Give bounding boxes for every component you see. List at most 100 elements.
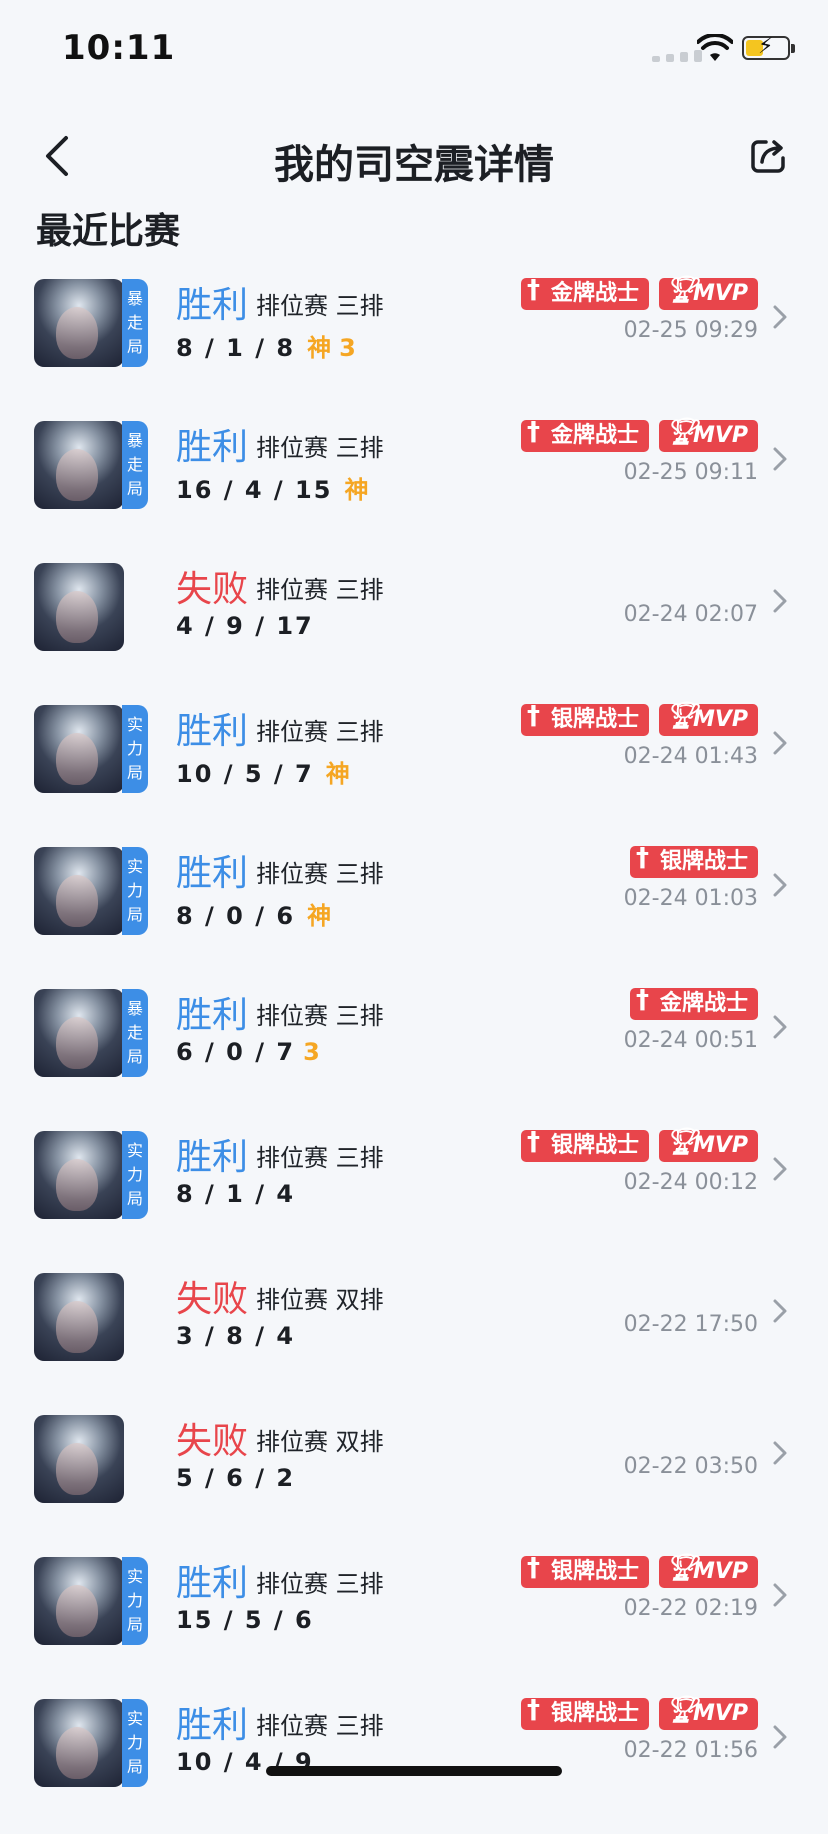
hero-avatar — [34, 1273, 150, 1361]
battery-icon: ⚡ — [742, 35, 795, 60]
match-result: 胜利 — [176, 995, 249, 1036]
match-tag-char: 实 — [126, 1709, 143, 1728]
match-mode: 排位赛 三排 — [256, 1002, 384, 1030]
hero-avatar: 暴走局 — [34, 421, 150, 509]
hero-portrait-icon — [34, 421, 124, 509]
match-row[interactable]: 暴走局 胜利 排位赛 三排 8 / 1 / 8 神 3 † 金牌战士 🏆︎ MVP 02-25 09… — [0, 272, 828, 414]
hero-avatar: 实力局 — [34, 705, 150, 793]
page-title: 我的司空震详情 — [274, 142, 554, 188]
kda-value: 8 / 1 / 4 — [176, 1180, 296, 1208]
match-tag-char: 走 — [126, 455, 143, 474]
hero-avatar: 实力局 — [34, 1131, 150, 1219]
match-row[interactable]: 实力局胜利 排位赛 三排 10 / 4 / 9 † 银牌战士 🏆︎ MVP 02-22 01:… — [0, 1692, 828, 1834]
kda-value: 8 / 0 / 6 — [176, 902, 296, 930]
match-result: 胜利 — [176, 1563, 249, 1604]
trophy-icon: 🏆︎ — [664, 417, 698, 447]
match-date: 02-24 01:03 — [623, 886, 758, 911]
chevron-right-icon — [773, 1157, 787, 1181]
chevron-right-icon — [773, 731, 787, 755]
match-badges: † 银牌战士 🏆︎ MVP — [520, 1553, 758, 1588]
match-tag-char: 力 — [126, 881, 143, 900]
badge-label: 金牌战士 — [550, 281, 639, 306]
status-bar: 10:11 ⚡ — [0, 0, 828, 100]
hero-portrait-icon — [34, 563, 124, 651]
match-kda: 15 / 5 / 6 — [176, 1606, 314, 1634]
wifi-icon — [697, 34, 733, 61]
match-result: 胜利 — [176, 853, 249, 894]
match-result: 失败 — [176, 569, 249, 610]
sword-icon: † — [526, 417, 540, 447]
match-badges: † 银牌战士 🏆︎ MVP — [520, 1695, 758, 1730]
match-mode: 排位赛 三排 — [256, 434, 384, 462]
match-date: 02-22 17:50 — [623, 1312, 758, 1337]
hero-portrait-icon — [34, 1415, 124, 1503]
match-tag-char: 局 — [126, 337, 143, 356]
hero-portrait-icon — [34, 989, 124, 1077]
chevron-right-icon — [773, 1725, 787, 1749]
match-mode: 排位赛 三排 — [256, 292, 384, 320]
match-tag-char: 实 — [126, 1141, 143, 1160]
match-kda: 8 / 1 / 4 — [176, 1180, 295, 1208]
match-kda: 5 / 6 / 2 — [176, 1464, 295, 1492]
trophy-icon: 🏆︎ — [664, 1127, 698, 1157]
badge-label: MVP — [692, 707, 748, 732]
match-mode: 排位赛 三排 — [256, 1570, 384, 1598]
hero-portrait-icon — [34, 705, 124, 793]
share-icon[interactable] — [748, 136, 788, 176]
streak-mark: 3 — [303, 1038, 320, 1066]
god-mark: 神 — [307, 902, 332, 930]
hero-avatar: 实力局 — [34, 847, 150, 935]
match-row[interactable]: 失败 排位赛 三排 4 / 9 / 17 02-24 02:07 — [0, 556, 828, 698]
match-kda: 8 / 0 / 6 神 — [176, 896, 331, 931]
match-mode: 排位赛 三排 — [256, 718, 384, 746]
badge-label: 银牌战士 — [550, 707, 639, 732]
chevron-right-icon — [773, 589, 787, 613]
trophy-icon: 🏆︎ — [664, 701, 698, 731]
match-result: 胜利 — [176, 1137, 249, 1178]
match-tag: 实力局 — [122, 1131, 148, 1219]
match-row[interactable]: 实力局 胜利 排位赛 三排 15 / 5 / 6 † 银牌战士 🏆︎ MVP 02-22 02:… — [0, 1550, 828, 1692]
match-row[interactable]: 失败 排位赛 双排 3 / 8 / 4 02-22 17:50 — [0, 1266, 828, 1408]
match-kda: 3 / 8 / 4 — [176, 1322, 295, 1350]
medal-badge: † 金牌战士 — [520, 275, 649, 310]
match-tag-char: 局 — [126, 763, 143, 782]
badge-label: MVP — [692, 423, 748, 448]
match-kda: 10 / 5 / 7 神 — [176, 754, 350, 789]
hero-portrait-icon — [34, 847, 124, 935]
match-badges: † 银牌战士 🏆︎ MVP — [520, 1127, 758, 1162]
match-row[interactable]: 暴走局 胜利 排位赛 三排 6 / 0 / 7 3 † 金牌战士 02-24 00:51 — [0, 982, 828, 1124]
match-row[interactable]: 实力局 胜利 排位赛 三排 10 / 5 / 7 神 † 银牌战士 🏆︎ MVP 02-24 01… — [0, 698, 828, 840]
match-tag-char: 局 — [126, 1757, 143, 1776]
match-row[interactable]: 实力局 胜利 排位赛 三排 8 / 1 / 4 † 银牌战士 🏆︎ MVP 02-24 00:1… — [0, 1124, 828, 1266]
match-result: 失败 — [176, 1421, 249, 1462]
match-tag-char: 局 — [126, 479, 143, 498]
hero-portrait-icon — [34, 1273, 124, 1361]
hero-portrait-icon — [34, 1699, 124, 1787]
match-mode: 排位赛 三排 — [256, 860, 384, 888]
match-tag-char: 力 — [126, 1165, 143, 1184]
match-tag-char: 暴 — [126, 289, 143, 308]
match-mode: 排位赛 双排 — [256, 1286, 384, 1314]
match-badges: † 银牌战士 🏆︎ MVP — [520, 701, 758, 736]
match-tag: 暴走局 — [122, 421, 148, 509]
hero-portrait-icon — [34, 279, 124, 367]
match-kda: 16 / 4 / 15 神 — [176, 470, 368, 505]
chevron-right-icon — [773, 305, 787, 329]
match-tag-char: 实 — [126, 715, 143, 734]
match-result: 胜利 — [176, 1705, 249, 1746]
match-row[interactable]: 暴走局 胜利 排位赛 三排 16 / 4 / 15 神 † 金牌战士 🏆︎ MVP 02-25 0… — [0, 414, 828, 556]
kda-value: 10 / 5 / 7 — [176, 760, 314, 788]
match-date: 02-22 01:56 — [623, 1738, 758, 1763]
badge-label: 金牌战士 — [550, 423, 639, 448]
badge-label: MVP — [692, 1133, 748, 1158]
match-mode: 排位赛 三排 — [256, 1712, 384, 1740]
kda-value: 3 / 8 / 4 — [176, 1322, 296, 1350]
hero-avatar: 暴走局 — [34, 989, 150, 1077]
match-row[interactable]: 失败 排位赛 双排 5 / 6 / 2 02-22 03:50 — [0, 1408, 828, 1550]
match-row[interactable]: 实力局 胜利 排位赛 三排 8 / 0 / 6 神 † 银牌战士 02-24 01:03 — [0, 840, 828, 982]
hero-avatar — [34, 563, 150, 651]
chevron-right-icon — [773, 447, 787, 471]
trophy-icon: 🏆︎ — [664, 1695, 698, 1725]
chevron-right-icon — [773, 1583, 787, 1607]
match-mode: 排位赛 三排 — [256, 576, 384, 604]
